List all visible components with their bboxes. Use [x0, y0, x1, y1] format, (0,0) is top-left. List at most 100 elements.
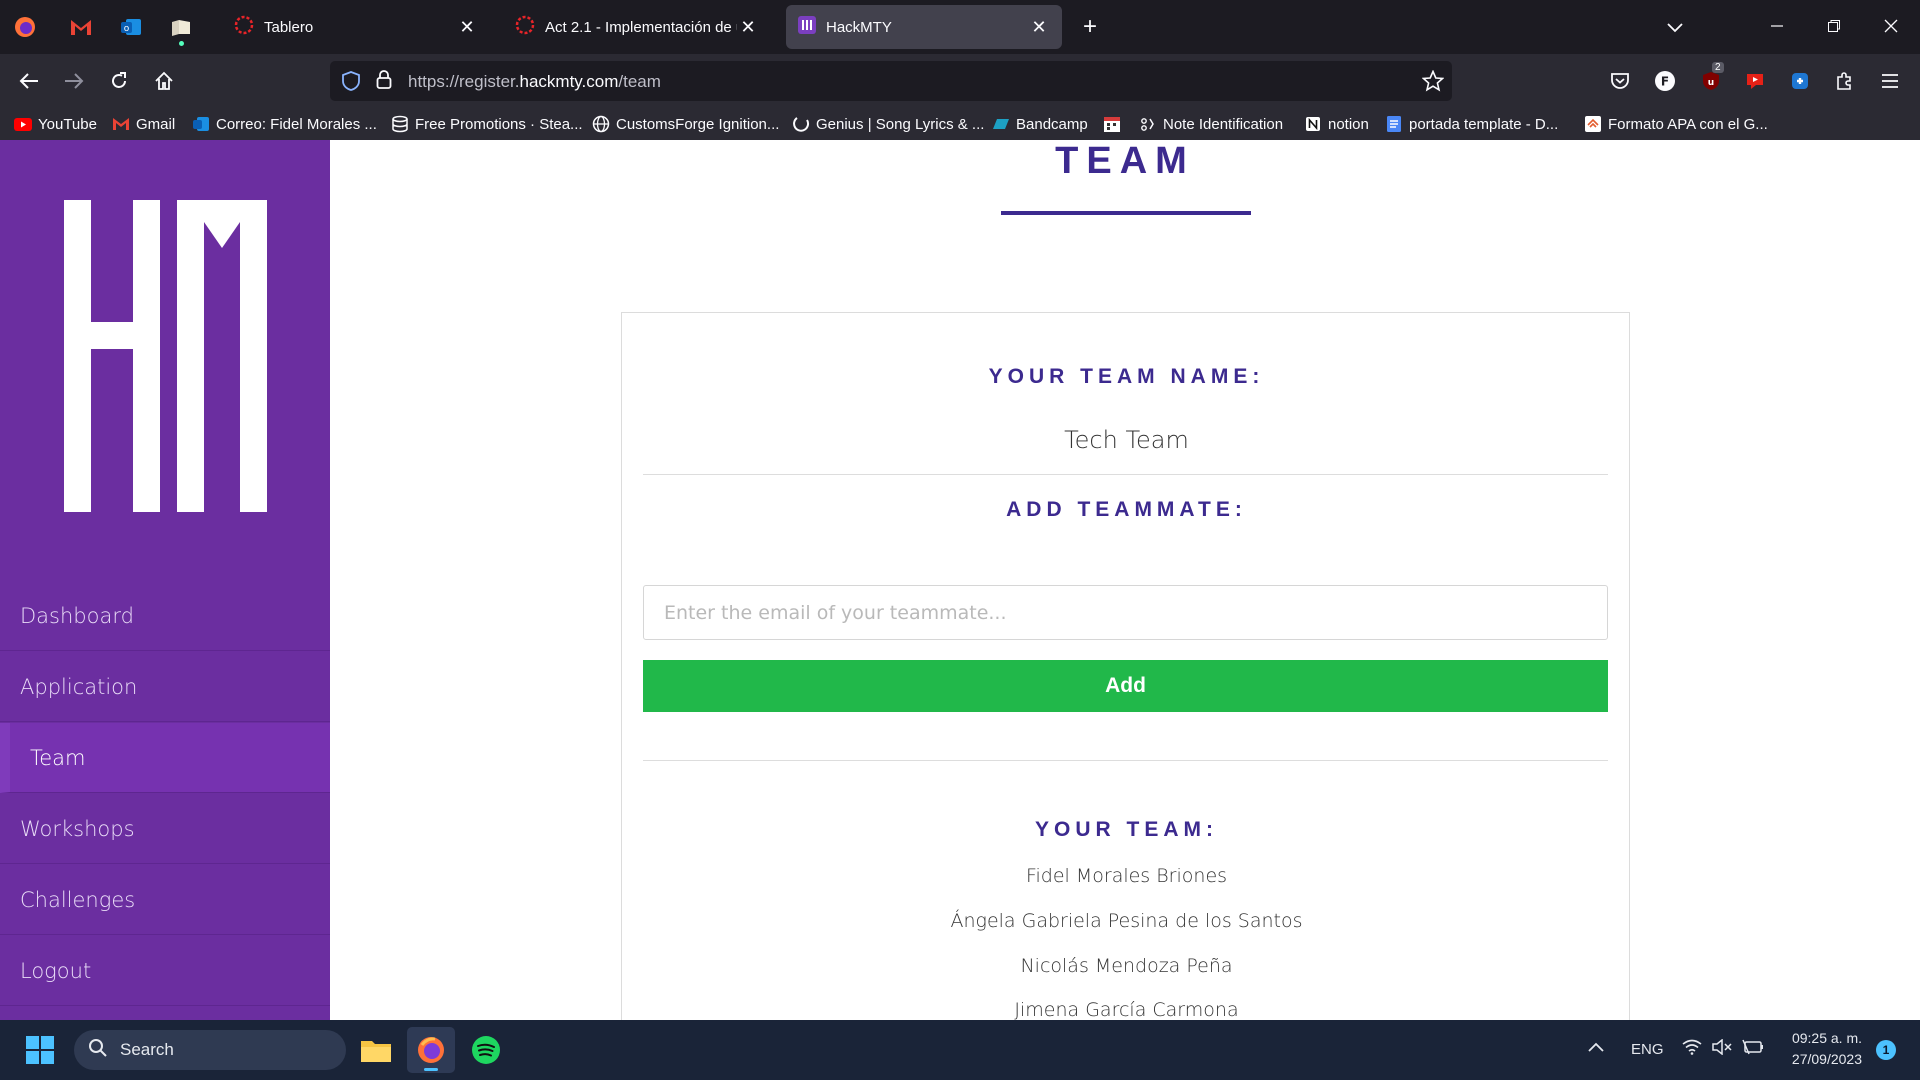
close-icon[interactable]: ✕	[456, 17, 478, 38]
clock-date[interactable]: 27/09/2023	[1782, 1051, 1862, 1067]
team-name-value: Tech Team	[1064, 426, 1189, 454]
sidebar-item-application[interactable]: Application	[0, 652, 330, 722]
file-explorer-icon[interactable]	[352, 1027, 400, 1073]
bandcamp-icon	[992, 115, 1010, 133]
notion-icon	[1304, 115, 1322, 133]
bookmark-label: Formato APA con el G...	[1608, 115, 1768, 133]
bookmark-youtube[interactable]: YouTube	[14, 113, 97, 135]
clock-time[interactable]: 09:25 a. m.	[1782, 1030, 1862, 1046]
tab-tablero[interactable]: Tablero ✕	[222, 5, 490, 49]
hackmty-favicon-icon	[798, 16, 816, 38]
sidebar-item-challenges[interactable]: Challenges	[0, 865, 330, 935]
svg-text:F: F	[1661, 75, 1669, 89]
spotify-icon[interactable]	[462, 1027, 510, 1073]
bookmark-label: Gmail	[136, 115, 176, 133]
tab-title: HackMTY	[826, 18, 892, 36]
gmail-icon	[112, 115, 130, 133]
url-path: /team	[618, 72, 661, 91]
tab-hackmty[interactable]: HackMTY ✕	[786, 5, 1062, 49]
extensions-puzzle-icon[interactable]	[1830, 67, 1858, 95]
bookmark-label: portada template - D...	[1409, 115, 1559, 133]
account-avatar-icon[interactable]: F	[1651, 67, 1679, 95]
apa-icon	[1584, 115, 1602, 133]
team-card: YOUR TEAM NAME: Tech Team ADD TEAMMATE: …	[621, 312, 1630, 1020]
add-teammate-button[interactable]: Add	[643, 660, 1608, 712]
your-team-label: YOUR TEAM:	[1035, 818, 1218, 841]
url-bar[interactable]: https://register.hackmty.com/team	[330, 61, 1452, 101]
battery-charging-icon[interactable]	[1742, 1039, 1764, 1059]
sidebar-item-team[interactable]: Team	[0, 723, 330, 793]
bookmark-bandcamp[interactable]: Bandcamp	[992, 113, 1088, 135]
active-app-indicator	[424, 1068, 438, 1071]
close-icon[interactable]: ✕	[737, 17, 759, 38]
tab-act-2-1[interactable]: Act 2.1 - Implementación de un ✕	[503, 5, 771, 49]
reload-icon[interactable]	[104, 66, 134, 96]
sidebar-item-workshops[interactable]: Workshops	[0, 794, 330, 864]
canvas-icon	[234, 15, 254, 39]
bookmark-portada-template[interactable]: portada template - D...	[1385, 113, 1558, 135]
volume-muted-icon[interactable]	[1712, 1038, 1732, 1059]
team-name-label: YOUR TEAM NAME:	[988, 365, 1265, 388]
hamburger-menu-icon[interactable]	[1876, 67, 1904, 95]
outlook-pinned-tab-icon[interactable]: o	[116, 12, 146, 42]
outlook-icon	[192, 115, 210, 133]
forward-arrow-icon[interactable]	[59, 66, 89, 96]
title-underline	[1001, 211, 1251, 215]
bookmark-label: Correo: Fidel Morales ...	[216, 115, 377, 133]
windows-start-icon[interactable]	[16, 1027, 64, 1073]
divider	[643, 474, 1608, 475]
minimize-window-icon[interactable]	[1762, 12, 1792, 42]
restore-window-icon[interactable]	[1819, 12, 1849, 42]
back-arrow-icon[interactable]	[14, 66, 44, 96]
wifi-icon[interactable]	[1682, 1039, 1702, 1059]
windows-taskbar: Search ENG 09:25 a. m. 27/09/2023 1	[0, 1020, 1920, 1080]
bookmark-note-identification[interactable]: Note Identification	[1139, 113, 1283, 135]
bookmark-genius[interactable]: Genius | Song Lyrics & ...	[792, 113, 984, 135]
teammate-email-input[interactable]	[643, 585, 1608, 640]
folder-pinned-tab-icon[interactable]	[166, 12, 196, 46]
list-all-tabs-chevron-icon[interactable]	[1660, 12, 1690, 42]
svg-text:o: o	[124, 24, 130, 34]
new-tab-button[interactable]: +	[1075, 12, 1105, 42]
bookmark-label: Note Identification	[1163, 115, 1284, 133]
tab-attention-dot	[179, 41, 184, 46]
team-member: Fidel Morales Briones	[1025, 865, 1228, 887]
team-member: Jimena García Carmona	[1014, 999, 1239, 1020]
close-window-icon[interactable]	[1876, 12, 1906, 42]
bookmark-notion[interactable]: notion	[1304, 113, 1369, 135]
hackmty-logo	[64, 200, 267, 512]
sidebar-item-dashboard[interactable]: Dashboard	[0, 581, 330, 651]
lock-icon[interactable]	[376, 70, 392, 95]
bookmark-star-icon[interactable]	[1421, 69, 1445, 97]
youtube-extension-icon[interactable]	[1741, 67, 1769, 95]
bookmark-label: CustomsForge Ignition...	[616, 115, 780, 133]
puzzle-game-extension-icon[interactable]	[1786, 67, 1814, 95]
firefox-taskbar-icon[interactable]	[407, 1027, 455, 1073]
bookmark-free-promotions[interactable]: Free Promotions · Stea...	[391, 113, 583, 135]
close-icon[interactable]: ✕	[1028, 17, 1050, 38]
add-teammate-label: ADD TEAMMATE:	[1006, 498, 1247, 521]
sidebar: HM Dashboard Application Team Workshops …	[0, 140, 330, 1020]
firefox-menu-icon[interactable]	[10, 12, 40, 42]
home-icon[interactable]	[149, 66, 179, 96]
taskbar-search-box[interactable]: Search	[74, 1030, 346, 1070]
tracking-protection-shield-icon[interactable]	[342, 71, 360, 96]
team-member: Nicolás Mendoza Peña	[1020, 955, 1233, 977]
url-host: hackmty.com	[519, 72, 619, 91]
pocket-icon[interactable]	[1606, 67, 1634, 95]
bookmark-label: Genius | Song Lyrics & ...	[816, 115, 985, 133]
gmail-pinned-tab-icon[interactable]	[66, 12, 96, 42]
bookmark-gmail[interactable]: Gmail	[112, 113, 175, 135]
language-indicator[interactable]: ENG	[1631, 1041, 1664, 1058]
sidebar-item-logout[interactable]: Logout	[0, 936, 330, 1006]
ublock-origin-icon[interactable]: u 2	[1697, 62, 1725, 95]
bookmark-customsforge[interactable]: CustomsForge Ignition...	[592, 113, 779, 135]
url-text: https://register.hackmty.com/team	[408, 72, 661, 92]
show-hidden-icons-chevron-icon[interactable]	[1588, 1039, 1604, 1056]
notification-count-badge[interactable]: 1	[1876, 1040, 1896, 1060]
bookmark-correo[interactable]: Correo: Fidel Morales ...	[192, 113, 377, 135]
bookmark-calendar[interactable]	[1103, 113, 1127, 135]
tab-title: Tablero	[264, 18, 314, 36]
bookmark-formato-apa[interactable]: Formato APA con el G...	[1584, 113, 1768, 135]
bookmark-label: Bandcamp	[1016, 115, 1088, 133]
